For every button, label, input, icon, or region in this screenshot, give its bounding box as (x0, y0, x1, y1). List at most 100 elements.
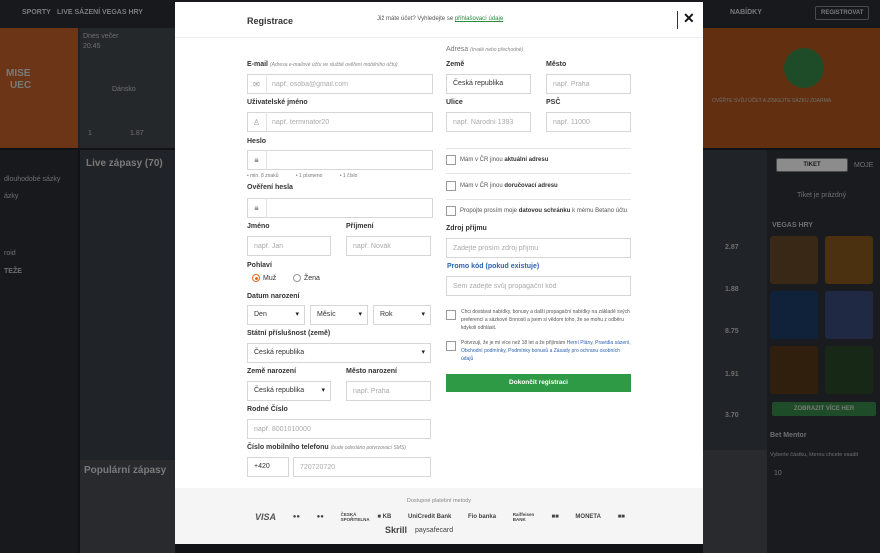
address-label: Adresa (trvalé nebo přechodné) (446, 46, 523, 53)
birth-city-field[interactable] (346, 381, 431, 401)
rule-digit: • 1 číslo (339, 173, 358, 179)
username-field[interactable] (247, 112, 433, 132)
country-value: Česká republika (453, 80, 504, 87)
raiffeisen-logo: Raiffeisen BANK (512, 512, 535, 522)
mail-address-bold: doručovací adresu (504, 183, 558, 189)
visa-logo: VISA (255, 512, 277, 522)
income-field[interactable] (446, 238, 631, 258)
chevron-down-icon: ▾ (358, 311, 362, 318)
email-label: E-mail (Adresa e-mailové účtu ve službě … (247, 61, 398, 68)
databox-text-pre: Propojte prosím moje (460, 208, 518, 214)
fio-logo: Fio banka (468, 514, 497, 520)
registration-modal: Registrace Již máte účet? Vyhledejte se … (175, 2, 703, 544)
street-field[interactable] (446, 112, 531, 132)
modal-header: Registrace Již máte účet? Vyhledejte se … (175, 2, 703, 38)
nationality-value: Česká republika (254, 349, 305, 356)
payment-logos-row: VISA ●● ●● ČESKÁ SPOŘITELNA ■ KB UniCred… (255, 512, 625, 522)
address-hint: (trvalé nebo přechodné) (470, 47, 524, 53)
user-icon: ♙ (247, 112, 267, 132)
close-button[interactable]: ✕ (683, 11, 695, 25)
databox-checkbox[interactable]: Propojte prosím moje datovou schránku k … (446, 206, 627, 216)
modal-title: Registrace (247, 16, 294, 26)
maestro-logo: ●● (316, 514, 324, 520)
chevron-down-icon: ▾ (295, 311, 299, 318)
birth-country-value: Česká republika (254, 387, 305, 394)
nationality-label: Státní příslušnost (země) (247, 330, 331, 337)
login-prompt-text: Již máte účet? Vyhledejte se (377, 16, 454, 22)
paysafecard-logo: paysafecard (415, 526, 454, 534)
checkbox-icon (446, 155, 456, 165)
mail-address-text: Mám v ČR jinou (460, 183, 503, 189)
kb-logo: ■ KB (377, 514, 392, 520)
phone-label-text: Číslo mobilního telefonu (247, 444, 329, 451)
mastercard-logo: ●● (292, 514, 300, 520)
separator (446, 199, 631, 200)
phone-prefix-select[interactable]: +420 (247, 457, 289, 477)
last-name-field[interactable] (346, 236, 431, 256)
zip-label: PSČ (546, 99, 561, 106)
current-address-checkbox[interactable]: Mám v ČR jinou aktuální adresu (446, 155, 548, 165)
birth-number-field[interactable] (247, 419, 431, 439)
income-label: Zdroj příjmu (446, 225, 487, 232)
current-address-text: Mám v ČR jinou (460, 157, 503, 163)
password-confirm-label: Ověření hesla (247, 184, 293, 191)
terms-consent-text: Potvrzuji, že je mi více než 18 let a že… (461, 339, 633, 363)
gender-label: Pohlaví (247, 262, 272, 269)
databox-text-post: k mému Betano účtu (572, 208, 628, 214)
chevron-down-icon: ▾ (421, 349, 425, 356)
first-name-field[interactable] (247, 236, 331, 256)
password-field[interactable] (247, 150, 433, 170)
gender-male-radio[interactable]: Muž (252, 274, 276, 282)
chevron-down-icon: ▾ (421, 311, 425, 318)
email-hint: (Adresa e-mailové účtu ve službě ověření… (269, 62, 398, 68)
birth-month-select[interactable]: Měsíc ▾ (310, 305, 368, 325)
promo-label[interactable]: Promo kód (pokud existuje) (447, 263, 539, 270)
checkbox-icon (446, 181, 456, 191)
radio-checked-icon (252, 274, 260, 282)
radio-unchecked-icon (293, 274, 301, 282)
header-divider (677, 11, 678, 29)
zip-field[interactable] (546, 112, 631, 132)
databox-bold: datovou schránku (518, 208, 571, 214)
birth-country-select[interactable]: Česká republika ▾ (247, 381, 331, 401)
birth-day-select[interactable]: Den ▾ (247, 305, 305, 325)
phone-field[interactable] (293, 457, 431, 477)
birth-country-label: Země narození (247, 368, 297, 375)
gender-female-label: Žena (304, 274, 320, 282)
city-field[interactable] (546, 74, 631, 94)
gender-female-radio[interactable]: Žena (293, 274, 320, 282)
promo-field[interactable] (446, 276, 631, 296)
email-field[interactable] (247, 74, 433, 94)
birth-city-label: Město narození (346, 368, 397, 375)
phone-prefix-value: +420 (254, 463, 270, 470)
address-label-text: Adresa (446, 46, 469, 53)
terms-consent-checkbox[interactable] (446, 341, 456, 351)
password-confirm-field[interactable] (247, 198, 433, 218)
lock-icon: 🔒︎ (247, 198, 267, 218)
birth-year-select[interactable]: Rok ▾ (373, 305, 431, 325)
password-rules: • min. 8 znaků • 1 písmeno • 1 číslo (247, 173, 373, 179)
password-label: Heslo (247, 138, 267, 145)
separator (446, 148, 631, 149)
unicredit-logo: UniCredit Bank (408, 514, 452, 520)
rule-letter-text: 1 písmeno (299, 173, 323, 179)
chevron-down-icon: ▾ (321, 387, 325, 394)
email-icon: ✉ (247, 74, 267, 94)
marketing-consent-checkbox[interactable] (446, 310, 456, 320)
lock-icon: 🔒︎ (247, 150, 267, 170)
card-logo: ■■ (617, 514, 625, 520)
mail-address-checkbox[interactable]: Mám v ČR jinou doručovací adresu (446, 181, 558, 191)
rule-length-text: min. 8 znaků (250, 173, 279, 179)
terms-consent-pre: Potvrzuji, že je mi více než 18 let a že… (461, 340, 566, 346)
rule-length: • min. 8 znaků (247, 173, 279, 179)
street-label: Ulice (446, 99, 463, 106)
login-link[interactable]: přihlašovací údaje (455, 16, 503, 22)
city-label: Město (546, 61, 567, 68)
checkbox-icon (446, 206, 456, 216)
nationality-select[interactable]: Česká republika ▾ (247, 343, 431, 363)
country-select[interactable]: Česká republika (446, 74, 531, 94)
complete-registration-button[interactable]: Dokončit registraci (446, 374, 631, 392)
csas-logo: ČESKÁ SPOŘITELNA (340, 512, 370, 522)
login-prompt: Již máte účet? Vyhledejte se přihlašovac… (377, 16, 503, 22)
phone-hint: (bude odesláno potvrzovací SMS) (330, 445, 406, 451)
